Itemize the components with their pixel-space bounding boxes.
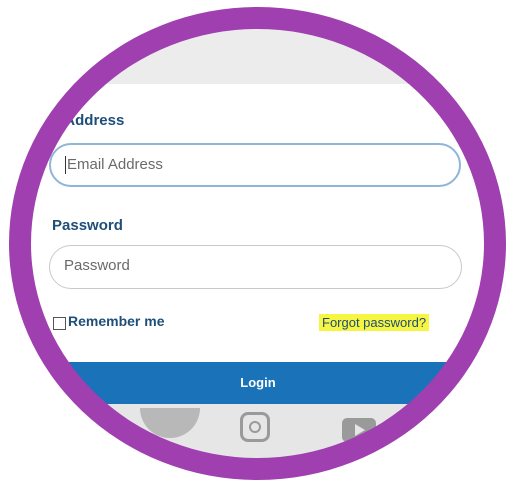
email-field[interactable]: Email Address (49, 143, 461, 187)
text-caret (65, 156, 66, 175)
remember-me-label[interactable]: Remember me (68, 313, 165, 329)
email-label: ail Address (44, 112, 125, 129)
email-placeholder: Email Address (67, 156, 163, 173)
login-button[interactable]: Login (30, 362, 486, 404)
password-label: Password (52, 217, 123, 234)
instagram-icon[interactable] (240, 412, 270, 442)
top-bar (30, 28, 486, 84)
password-field[interactable]: Password (49, 245, 462, 289)
password-placeholder: Password (64, 257, 130, 274)
youtube-icon[interactable] (342, 418, 376, 442)
login-screen: ail Address Email Address Password Passw… (30, 28, 486, 459)
forgot-password-link[interactable]: Forgot password? (319, 314, 430, 331)
remember-me-checkbox[interactable] (53, 317, 66, 330)
